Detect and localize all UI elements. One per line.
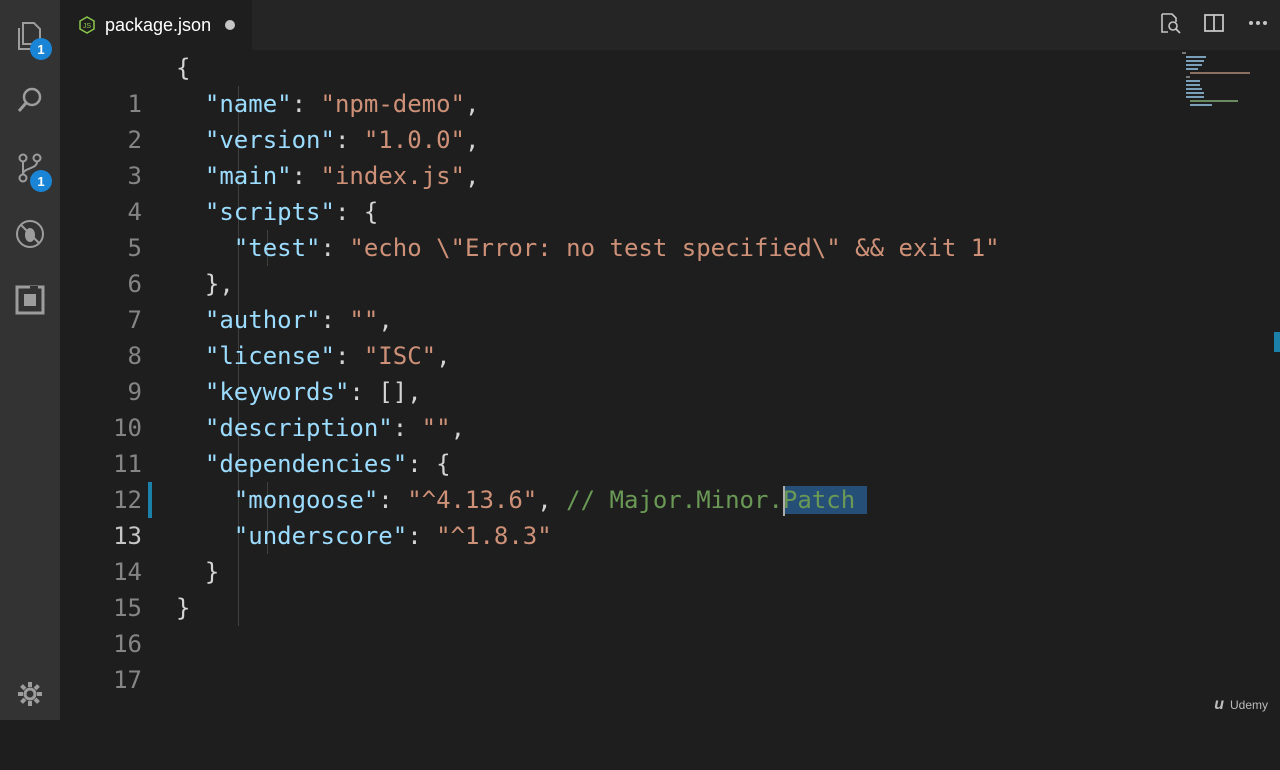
tab-label: package.json <box>105 14 212 35</box>
udemy-logo-icon: u <box>1214 696 1224 713</box>
minimap[interactable] <box>1180 50 1270 110</box>
udemy-watermark: u Udemy <box>1214 696 1268 713</box>
activity-bar: 1 1 <box>0 0 60 720</box>
ellipsis-icon <box>1247 12 1269 39</box>
code-line: 15 } <box>60 554 1260 622</box>
code-line: 6 "test": "echo \"Error: no test specifi… <box>60 230 1260 298</box>
code-line: 10 "keywords": [], <box>60 374 1260 442</box>
editor[interactable]: 1 { 2 "name": "npm-demo", 3 "version": "… <box>60 50 1280 720</box>
code-line: 12 "dependencies": { <box>60 446 1260 514</box>
scm-badge: 1 <box>30 170 52 192</box>
extensions-icon <box>14 284 46 321</box>
extensions-button[interactable] <box>0 274 60 330</box>
code-line-current: 13 "mongoose": "^4.13.6", // Major.Minor… <box>60 482 1260 550</box>
code-line: 1 { <box>60 50 1260 118</box>
source-control-button[interactable]: 1 <box>0 142 60 198</box>
split-editor-icon <box>1203 12 1225 39</box>
svg-text:JS: JS <box>83 23 92 30</box>
debug-icon <box>14 218 46 255</box>
debug-button[interactable] <box>0 208 60 264</box>
code-line: 3 "version": "1.0.0", <box>60 122 1260 190</box>
nodejs-icon: JS <box>78 16 96 34</box>
open-preview-button[interactable] <box>1148 0 1192 50</box>
code-line: 2 "name": "npm-demo", <box>60 86 1260 154</box>
unsaved-dot-icon[interactable] <box>225 20 236 30</box>
tab-package-json[interactable]: JS package.json <box>60 0 252 50</box>
explorer-badge: 1 <box>30 38 52 60</box>
code-line: 14 "underscore": "^1.8.3" <box>60 518 1260 586</box>
preview-search-icon <box>1159 12 1181 39</box>
code-line: 8 "author": "", <box>60 302 1260 370</box>
code-line: 9 "license": "ISC", <box>60 338 1260 406</box>
text-selection: Patch <box>782 486 868 516</box>
code-line: 7 }, <box>60 266 1260 334</box>
line-number: 17 <box>113 666 142 694</box>
explorer-button[interactable]: 1 <box>0 10 60 66</box>
code-line: 5 "scripts": { <box>60 194 1260 262</box>
code-line: 11 "description": "", <box>60 410 1260 478</box>
code-line: 4 "main": "index.js", <box>60 158 1260 226</box>
search-button[interactable] <box>0 74 60 130</box>
settings-button[interactable] <box>0 668 60 724</box>
more-actions-button[interactable] <box>1236 0 1280 50</box>
gear-icon <box>14 678 46 715</box>
search-icon <box>14 84 46 121</box>
tab-bar: JS package.json <box>60 0 1280 50</box>
split-editor-button[interactable] <box>1192 0 1236 50</box>
code-line: 16 } <box>60 590 1260 658</box>
code-line: 17 <box>60 626 1260 694</box>
scrollbar-marker[interactable] <box>1274 332 1280 352</box>
